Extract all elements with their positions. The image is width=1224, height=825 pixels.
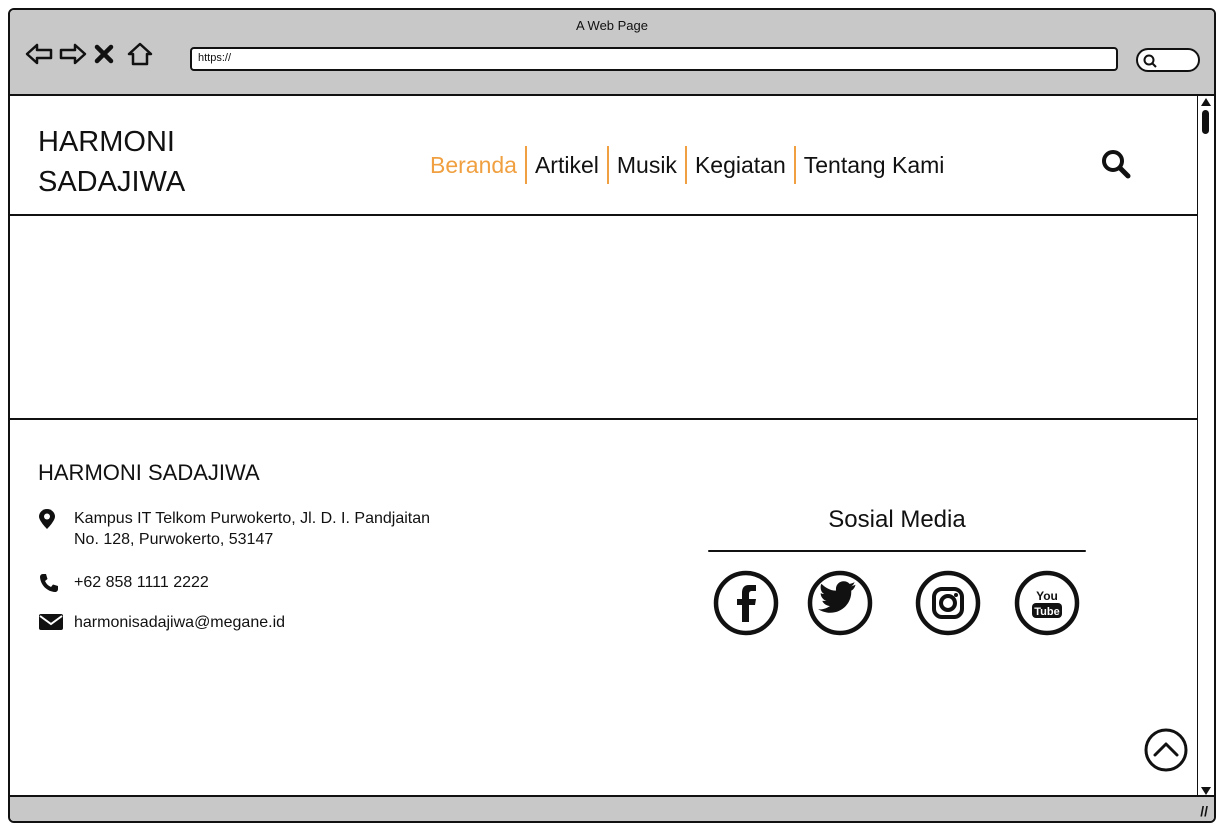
vertical-scrollbar[interactable]: [1197, 96, 1214, 797]
nav-item-artikel[interactable]: Artikel: [527, 152, 607, 179]
status-bar: //: [10, 795, 1214, 821]
search-icon: [1143, 54, 1157, 68]
scroll-to-top-button[interactable]: [1143, 727, 1189, 778]
social-media-title: Sosial Media: [828, 506, 966, 533]
logo-line2: SADAJIWA: [38, 166, 186, 198]
footer-email: harmonisadajiwa@megane.id: [38, 612, 285, 633]
home-icon[interactable]: [126, 40, 154, 68]
envelope-icon: [39, 614, 63, 630]
address-line1: Kampus IT Telkom Purwokerto, Jl. D. I. P…: [74, 510, 431, 527]
map-pin-icon: [39, 509, 55, 529]
footer-address: Kampus IT Telkom Purwokerto, Jl. D. I. P…: [38, 508, 430, 550]
footer-phone: +62 858 1111 2222: [38, 572, 209, 594]
url-bar[interactable]: https://: [190, 47, 1118, 71]
youtube-text-you: You: [1036, 589, 1058, 603]
phone-number[interactable]: +62 858 1111 2222: [74, 572, 209, 593]
browser-chrome: A Web Page https://: [10, 10, 1214, 96]
header-search-icon[interactable]: [1100, 148, 1132, 185]
twitter-icon[interactable]: [807, 570, 873, 636]
main-nav: Beranda Artikel Musik Kegiatan Tentang K…: [422, 146, 952, 184]
phone-icon: [40, 574, 58, 592]
scroll-up-arrow-icon[interactable]: [1201, 98, 1211, 106]
youtube-icon[interactable]: You Tube: [1014, 570, 1080, 636]
close-x-icon[interactable]: [92, 40, 120, 68]
scroll-down-arrow-icon[interactable]: [1201, 787, 1211, 795]
page-content: HARMONI SADAJIWA Beranda Artikel Musik K…: [10, 96, 1200, 797]
logo-line1: HARMONI: [38, 126, 175, 158]
browser-window: A Web Page https:// HARMONI SADAJIWA Ber…: [8, 8, 1216, 823]
back-arrow-icon[interactable]: [24, 40, 53, 68]
chevron-up-icon: [1144, 728, 1188, 772]
nav-item-kegiatan[interactable]: Kegiatan: [687, 152, 794, 179]
email-address[interactable]: harmonisadajiwa@megane.id: [74, 612, 285, 633]
address-line2: No. 128, Purwokerto, 53147: [74, 531, 274, 548]
browser-nav: [24, 40, 154, 68]
site-logo[interactable]: HARMONI SADAJIWA: [38, 122, 298, 202]
window-title: A Web Page: [575, 18, 649, 33]
youtube-text-tube: Tube: [1034, 606, 1059, 618]
social-divider: [708, 550, 1086, 552]
forward-arrow-icon[interactable]: [58, 40, 87, 68]
site-footer: HARMONI SADAJIWA Kampus IT Telkom Purwok…: [10, 420, 1200, 797]
hero-section: [10, 216, 1200, 420]
resize-grip-icon[interactable]: //: [1200, 803, 1208, 819]
footer-title: HARMONI SADAJIWA: [38, 460, 260, 485]
facebook-icon[interactable]: [713, 570, 779, 636]
nav-item-musik[interactable]: Musik: [609, 152, 685, 179]
site-header: HARMONI SADAJIWA Beranda Artikel Musik K…: [10, 96, 1200, 216]
instagram-icon[interactable]: [915, 570, 981, 636]
scroll-thumb[interactable]: [1202, 110, 1209, 134]
nav-item-beranda[interactable]: Beranda: [422, 152, 525, 179]
browser-search-field[interactable]: [1136, 48, 1200, 72]
nav-item-tentang-kami[interactable]: Tentang Kami: [796, 152, 953, 179]
